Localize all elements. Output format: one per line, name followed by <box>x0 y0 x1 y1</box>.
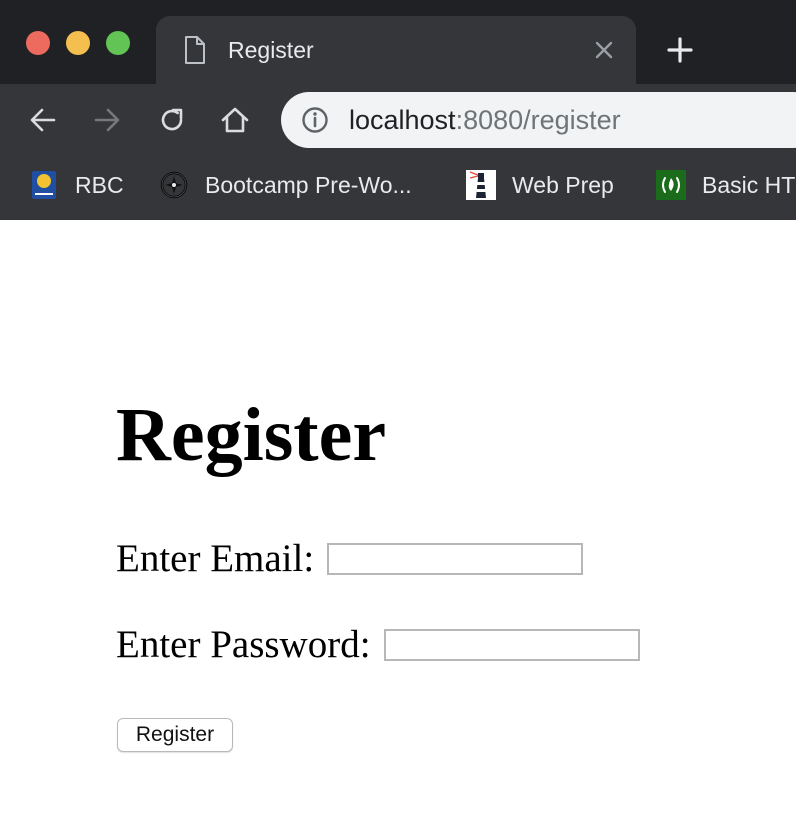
window-close-button[interactable] <box>26 31 50 55</box>
rbc-logo-icon <box>29 170 59 200</box>
bookmark-label: Web Prep <box>512 171 614 198</box>
window-minimize-button[interactable] <box>66 31 90 55</box>
bookmark-label: Bootcamp Pre-Wo... <box>205 171 412 198</box>
password-label: Enter Password: <box>116 623 371 666</box>
email-field[interactable] <box>327 543 584 575</box>
password-row: Enter Password: <box>116 622 640 668</box>
document-icon <box>184 36 206 64</box>
tab-close-icon[interactable] <box>590 36 618 64</box>
forward-arrow-icon[interactable] <box>91 104 123 136</box>
bookmark-label: Basic HT <box>702 171 796 198</box>
browser-toolbar: localhost:8080/register <box>0 84 796 156</box>
reload-icon[interactable] <box>156 104 188 136</box>
email-row: Enter Email: <box>116 536 584 582</box>
bookmark-web-prep[interactable]: Web Prep <box>466 168 614 202</box>
bookmark-bootcamp[interactable]: Bootcamp Pre-Wo... <box>159 168 412 202</box>
info-icon[interactable] <box>301 106 329 134</box>
freecodecamp-icon <box>656 170 686 200</box>
url-host: localhost <box>349 105 456 135</box>
home-icon[interactable] <box>219 104 251 136</box>
url-text: localhost:8080/register <box>349 105 621 135</box>
password-field[interactable] <box>383 629 640 661</box>
bookmarks-bar: RBC Bootcamp Pre-Wo... Web Prep Basic HT <box>0 156 796 220</box>
lighthouse-icon <box>466 170 496 200</box>
back-arrow-icon[interactable] <box>27 104 59 136</box>
new-tab-icon[interactable] <box>664 34 696 66</box>
register-button[interactable]: Register <box>117 718 233 752</box>
window-zoom-button[interactable] <box>106 31 130 55</box>
url-path: :8080/register <box>455 105 621 135</box>
page-title: Register <box>116 393 387 477</box>
tab-strip: Register <box>0 0 796 84</box>
bookmark-basic-html[interactable]: Basic HT <box>656 168 795 202</box>
active-tab[interactable]: Register <box>156 16 636 84</box>
address-bar[interactable]: localhost:8080/register <box>281 92 796 148</box>
bookmark-label: RBC <box>75 171 124 198</box>
bookmark-rbc[interactable]: RBC <box>29 168 124 202</box>
email-label: Enter Email: <box>116 537 315 580</box>
compass-icon <box>159 170 189 200</box>
tab-title: Register <box>228 37 314 63</box>
